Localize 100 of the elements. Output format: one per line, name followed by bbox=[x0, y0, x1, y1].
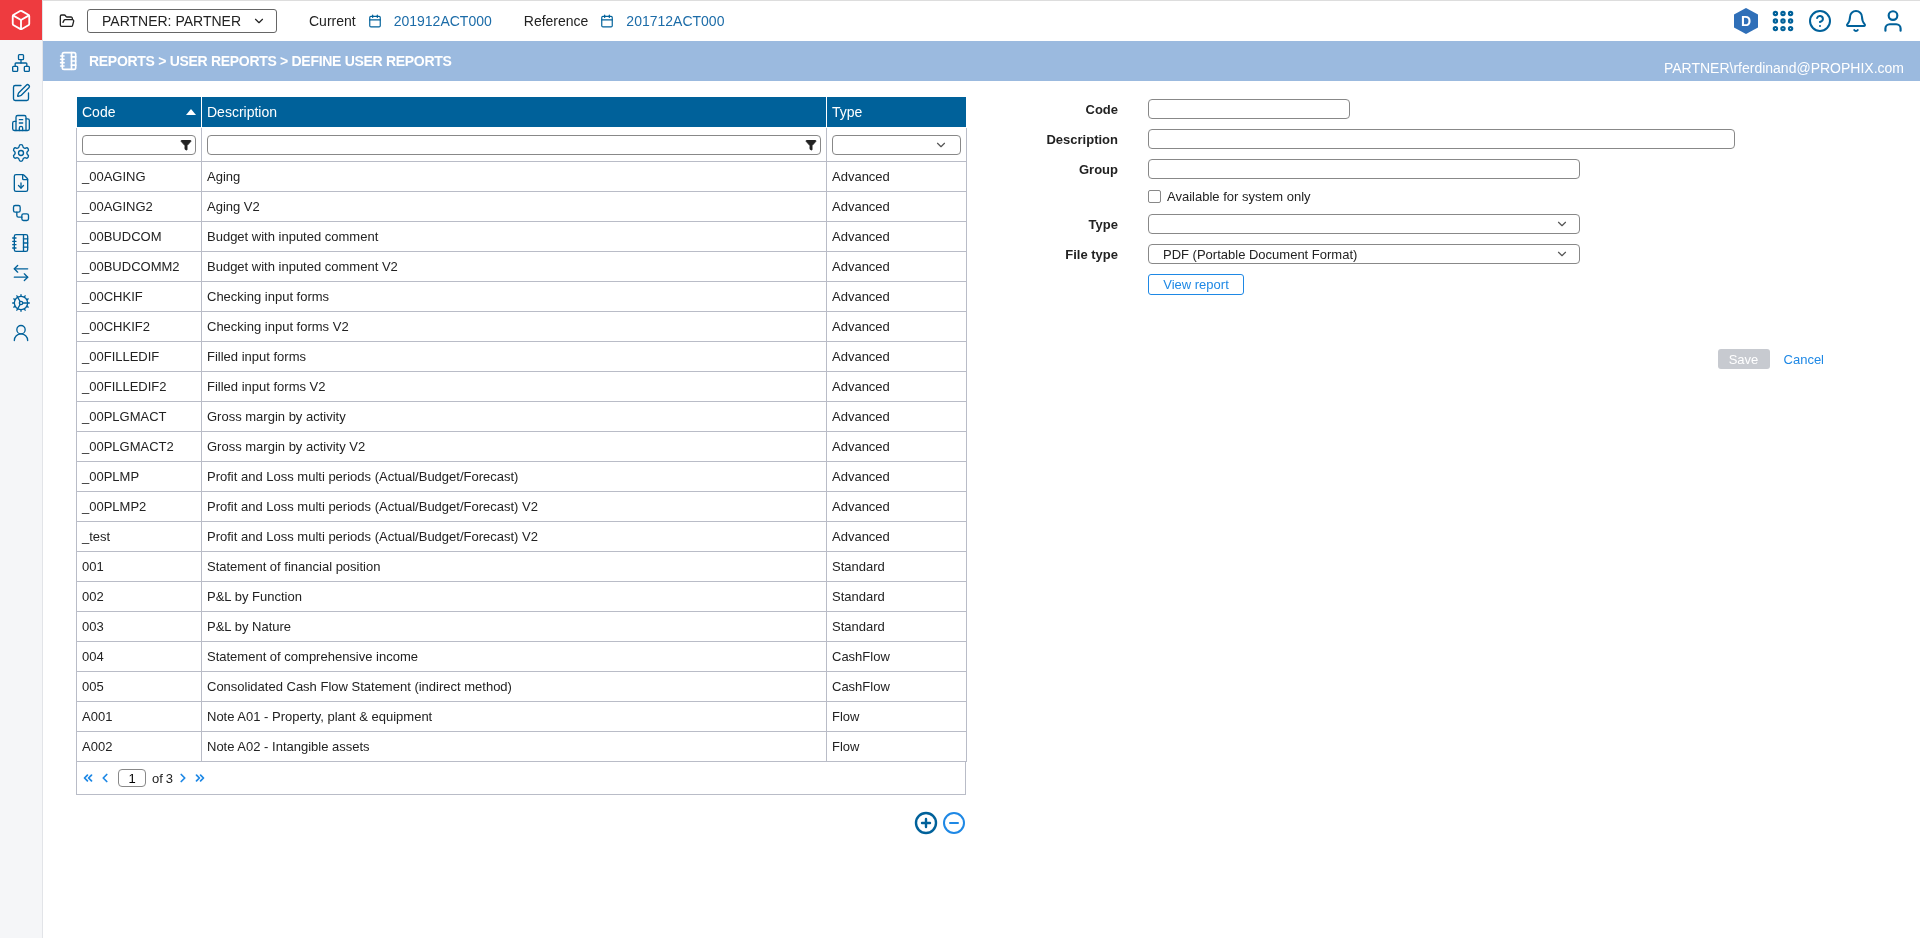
table-cell: Advanced bbox=[826, 251, 967, 282]
table-cell: _test bbox=[76, 521, 202, 552]
table-cell: Statement of financial position bbox=[201, 551, 827, 582]
filter-icon[interactable] bbox=[805, 138, 817, 151]
table-cell: 004 bbox=[76, 641, 202, 672]
filter-icon[interactable] bbox=[180, 138, 192, 151]
table-cell: Advanced bbox=[826, 161, 967, 192]
table-cell: CashFlow bbox=[826, 671, 967, 702]
table-cell: P&L by Function bbox=[201, 581, 827, 612]
field-label: Group bbox=[1078, 161, 1118, 177]
reference-label: Reference bbox=[523, 13, 589, 29]
field-label: File type bbox=[1064, 246, 1118, 262]
table-cell: _00PLGMACT2 bbox=[76, 431, 202, 462]
table-cell: _00AGING bbox=[76, 161, 202, 192]
remove-icon[interactable] bbox=[942, 811, 966, 835]
add-icon[interactable] bbox=[914, 811, 938, 835]
notebook-icon bbox=[59, 51, 79, 71]
gear-icon[interactable] bbox=[10, 142, 32, 164]
table-cell: Advanced bbox=[826, 311, 967, 342]
table-cell: Filled input forms bbox=[201, 341, 827, 372]
bell-icon[interactable] bbox=[1844, 9, 1868, 33]
table-cell: _00BUDCOMM2 bbox=[76, 251, 202, 282]
filter-input[interactable] bbox=[207, 134, 821, 155]
table-cell: Note A01 - Property, plant & equipment bbox=[201, 701, 827, 732]
table-cell: 005 bbox=[76, 671, 202, 702]
view-report-button[interactable]: View report bbox=[1148, 274, 1244, 295]
calendar-icon bbox=[367, 14, 382, 28]
table-cell: _00CHKIF2 bbox=[76, 311, 202, 342]
table-cell: _00FILLEDIF bbox=[76, 341, 202, 372]
dimension-dropdown[interactable]: PARTNER: PARTNER bbox=[87, 9, 277, 33]
edit-grid-icon[interactable] bbox=[10, 82, 32, 104]
table-cell: A001 bbox=[76, 701, 202, 732]
settings-icon[interactable] bbox=[10, 292, 32, 314]
table-cell: Standard bbox=[826, 611, 967, 642]
text-input[interactable] bbox=[1148, 129, 1735, 149]
hexagon-badge[interactable]: D bbox=[1734, 8, 1758, 34]
help-icon[interactable] bbox=[1808, 9, 1832, 33]
table-cell: Advanced bbox=[826, 371, 967, 402]
filter-dropdown[interactable] bbox=[832, 134, 961, 155]
table-cell: A002 bbox=[76, 731, 202, 762]
filter-input[interactable] bbox=[82, 134, 196, 155]
apps-grid-icon[interactable] bbox=[1770, 8, 1796, 34]
table-cell: Standard bbox=[826, 551, 967, 582]
table-cell: Aging V2 bbox=[201, 191, 827, 222]
cancel-link[interactable]: Cancel bbox=[1783, 351, 1824, 367]
text-input[interactable] bbox=[1148, 99, 1350, 119]
checkbox-label: Available for system only bbox=[1167, 189, 1311, 204]
first-page-icon[interactable] bbox=[81, 771, 95, 785]
table-cell: Note A02 - Intangible assets bbox=[201, 731, 827, 762]
table-cell: Gross margin by activity bbox=[201, 401, 827, 432]
table-cell: Aging bbox=[201, 161, 827, 192]
folder-icon[interactable] bbox=[59, 13, 75, 29]
table-cell: Gross margin by activity V2 bbox=[201, 431, 827, 462]
table-cell: Checking input forms bbox=[201, 281, 827, 312]
field-label: Code bbox=[1084, 101, 1118, 117]
table-cell: Consolidated Cash Flow Statement (indirect method) bbox=[201, 671, 827, 702]
page-total: 3 bbox=[165, 770, 174, 786]
table-cell: _00PLMP bbox=[76, 461, 202, 492]
table-cell: 001 bbox=[76, 551, 202, 582]
current-label: Current bbox=[309, 13, 356, 29]
table-cell: _00FILLEDIF2 bbox=[76, 371, 202, 402]
page-of-label: of bbox=[152, 770, 163, 786]
table-cell: Advanced bbox=[826, 431, 967, 462]
cube-logo[interactable] bbox=[0, 0, 42, 40]
table-cell: Advanced bbox=[826, 491, 967, 522]
breadcrumb: REPORTS > USER REPORTS > DEFINE USER REPORTS bbox=[89, 53, 452, 69]
dropdown[interactable]: PDF (Portable Document Format) bbox=[1148, 244, 1580, 264]
table-cell: Budget with inputed comment V2 bbox=[201, 251, 827, 282]
text-input[interactable] bbox=[1148, 159, 1580, 179]
user-account: PARTNER\rferdinand@PROPHIX.com bbox=[1663, 60, 1904, 76]
table-cell: Advanced bbox=[826, 401, 967, 432]
hierarchy-icon[interactable] bbox=[10, 52, 32, 74]
table-cell: CashFlow bbox=[826, 641, 967, 672]
building-icon[interactable] bbox=[10, 112, 32, 134]
current-period-link[interactable]: 201912ACT000 bbox=[393, 13, 492, 29]
page-input[interactable]: 1 bbox=[118, 769, 146, 787]
table-cell: Profit and Loss multi periods (Actual/Budget/Forecast) V2 bbox=[201, 521, 827, 552]
column-header[interactable]: Code bbox=[76, 97, 202, 128]
table-cell: Standard bbox=[826, 581, 967, 612]
table-cell: 002 bbox=[76, 581, 202, 612]
dropdown[interactable] bbox=[1148, 214, 1580, 234]
table-cell: Flow bbox=[826, 701, 967, 732]
table-cell: _00PLGMACT bbox=[76, 401, 202, 432]
table-cell: P&L by Nature bbox=[201, 611, 827, 642]
column-header[interactable]: Description bbox=[201, 97, 827, 128]
table-cell: _00BUDCOM bbox=[76, 221, 202, 252]
table-cell: Advanced bbox=[826, 521, 967, 552]
table-cell: Filled input forms V2 bbox=[201, 371, 827, 402]
calendar-icon bbox=[600, 14, 615, 28]
table-cell: Statement of comprehensive income bbox=[201, 641, 827, 672]
checkbox[interactable] bbox=[1148, 190, 1161, 203]
table-cell: Advanced bbox=[826, 191, 967, 222]
column-header[interactable]: Type bbox=[826, 97, 967, 128]
table-cell: _00CHKIF bbox=[76, 281, 202, 312]
table-cell: _00AGING2 bbox=[76, 191, 202, 222]
table-cell: Budget with inputed comment bbox=[201, 221, 827, 252]
table-cell: _00PLMP2 bbox=[76, 491, 202, 522]
reference-period-link[interactable]: 201712ACT000 bbox=[626, 13, 725, 29]
table-cell: Advanced bbox=[826, 221, 967, 252]
table-cell: 003 bbox=[76, 611, 202, 642]
